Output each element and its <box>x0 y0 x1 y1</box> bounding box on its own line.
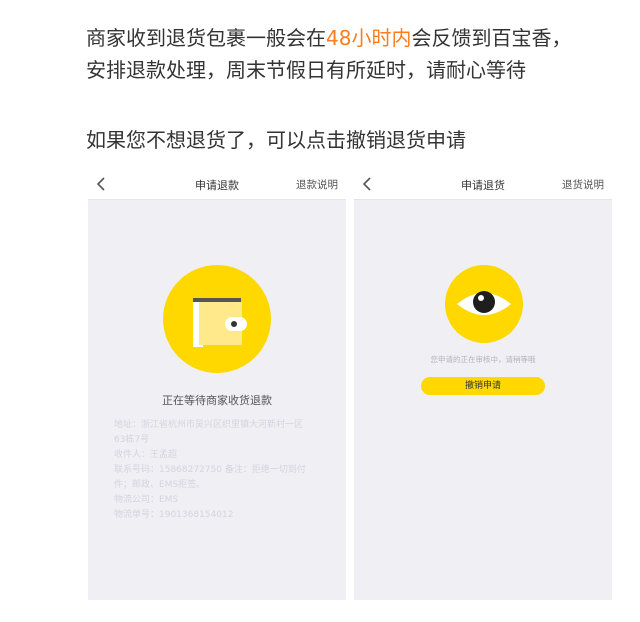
return-screen: 申请退货 退货说明 您申请的正在审核中，请稍等哦 撤销申请 <box>354 170 612 600</box>
intro-highlight-48h: 48小时内 <box>326 26 412 50</box>
cancel-note: 如果您不想退货了，可以点击撤销退货申请 <box>86 128 466 152</box>
detail-line: 地址：浙江省杭州市吴兴区织里镇大河新村一区 <box>114 420 304 430</box>
return-address-details: 地址：浙江省杭州市吴兴区织里镇大河新村一区 63栋7号 收件人：王孟超 联系号码… <box>114 418 324 523</box>
intro-text: 商家收到退货包裹一般会在48小时内会反馈到百宝香， 安排退款处理，周末节假日有所… <box>86 22 626 86</box>
intro-line-1-end: 会反馈到百宝香， <box>411 26 572 50</box>
refund-screen: 申请退款 退款说明 正在等待商家收货退款 地址：浙江省杭州市吴兴区织里镇大河新村… <box>88 170 346 600</box>
detail-line: 件；邮政、EMS拒签。 <box>114 480 206 490</box>
review-hint: 您申请的正在审核中，请稍等哦 <box>430 355 536 364</box>
detail-line: 收件人：王孟超 <box>114 450 178 460</box>
eye-circle <box>445 265 523 343</box>
refund-status: 正在等待商家收货退款 <box>162 394 272 407</box>
intro-line-1-start: 商家收到退货包裹一般会在 <box>86 26 326 50</box>
wallet-circle <box>163 265 271 373</box>
nav-bar: 申请退货 退货说明 <box>354 170 612 200</box>
detail-line: 物流单号：1901368154012 <box>114 510 234 520</box>
nav-bar: 申请退款 退款说明 <box>88 170 346 200</box>
refund-help-link[interactable]: 退款说明 <box>296 177 338 192</box>
intro-line-1: 商家收到退货包裹一般会在48小时内会反馈到百宝香， <box>86 22 626 54</box>
detail-line: 联系号码：15868272750 备注：拒绝一切到付 <box>114 465 306 475</box>
intro-line-2: 安排退款处理，周末节假日有所延时，请耐心等待 <box>86 58 526 82</box>
detail-line: 物流公司：EMS <box>114 495 179 505</box>
cancel-request-button[interactable]: 撤销申请 <box>421 377 545 395</box>
detail-line: 63栋7号 <box>114 435 150 445</box>
return-help-link[interactable]: 退货说明 <box>562 177 604 192</box>
